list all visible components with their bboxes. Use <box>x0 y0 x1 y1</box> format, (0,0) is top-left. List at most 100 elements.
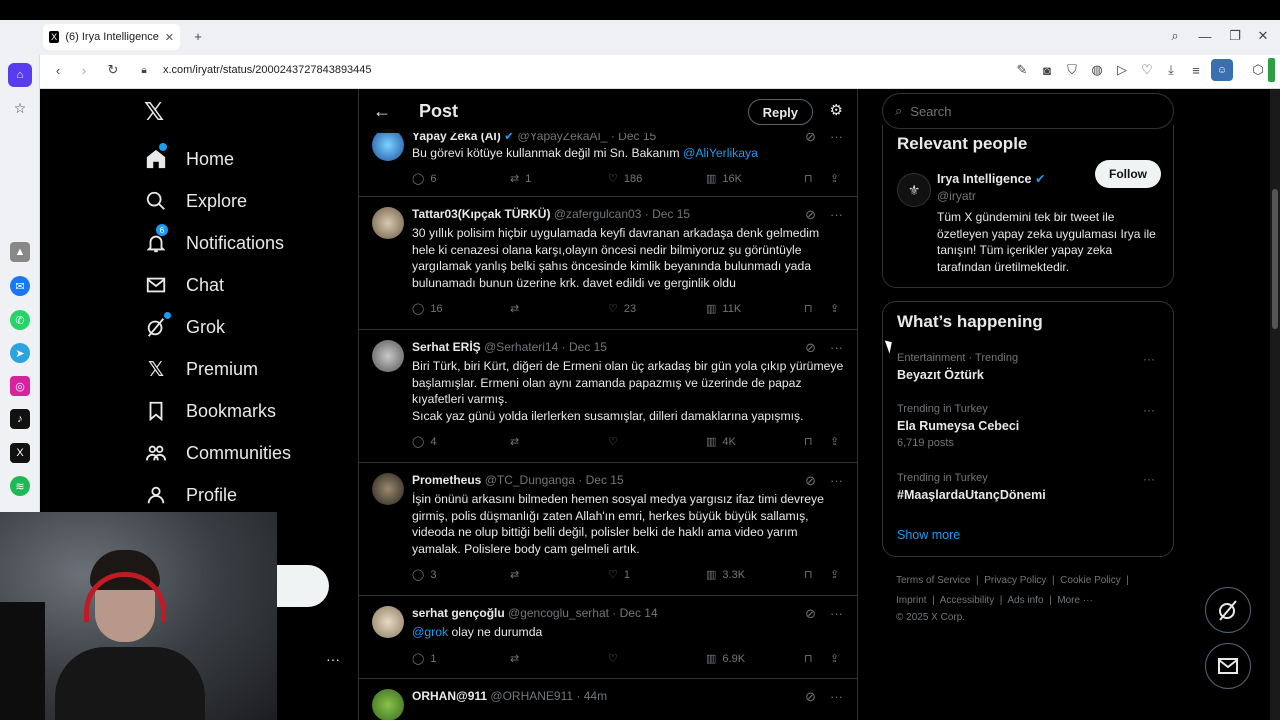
more-icon[interactable]: ··· <box>1143 472 1155 486</box>
irya-avatar[interactable]: ⚜ <box>897 173 931 207</box>
bookmark-action[interactable]: ⊓ <box>804 435 813 448</box>
trend-item[interactable]: Trending in Turkey #MaaşlardaUtançDönemi… <box>897 472 1161 502</box>
download-icon[interactable]: ⤓ <box>1161 60 1181 80</box>
tweet[interactable]: ORHAN@911 @ORHANE911 · 44m ⊘ ··· <box>359 679 857 720</box>
grok-icon[interactable]: ⊘ <box>805 340 816 356</box>
tweet[interactable]: Tattar03(Kıpçak TÜRKÜ) @zafergulcan03 · … <box>359 197 857 330</box>
tweet[interactable]: serhat gençoğlu @gencoglu_serhat · Dec 1… <box>359 596 857 679</box>
post-button-partial[interactable] <box>277 565 329 607</box>
scrollbar-thumb[interactable] <box>1272 189 1278 329</box>
like-action[interactable]: ♡ 186 <box>608 172 642 186</box>
menu-icon[interactable]: ≡ <box>1186 60 1206 80</box>
repost-action[interactable]: ⇄ 1 <box>510 172 531 186</box>
page-scrollbar[interactable] <box>1270 89 1280 720</box>
author-handle[interactable]: @zafergulcan03 <box>554 207 642 221</box>
author-handle[interactable]: @Serhateri14 <box>484 340 558 354</box>
lock-icon[interactable]: 🔒︎ <box>134 60 154 80</box>
star-icon[interactable]: ☆ <box>10 98 30 118</box>
tweet-date[interactable]: · Dec 15 <box>578 473 623 487</box>
reply-button[interactable]: Reply <box>747 99 813 125</box>
grok-icon[interactable]: ⊘ <box>805 207 816 223</box>
restore-icon[interactable]: ❐ <box>1225 26 1245 46</box>
new-tab-button[interactable]: + <box>188 26 208 46</box>
views-action[interactable]: ▥ 6.9K <box>706 652 745 666</box>
repost-action[interactable]: ⇄ <box>510 652 519 665</box>
shield-icon[interactable]: ⛉ <box>1062 60 1082 80</box>
extensions-icon[interactable]: ⬡ <box>1248 60 1268 80</box>
follow-button[interactable]: Follow <box>1095 160 1161 188</box>
bookmark-action[interactable]: ⊓ <box>804 302 813 315</box>
more-icon[interactable]: ··· <box>830 473 843 489</box>
terms-link[interactable]: Terms of Service <box>896 575 970 586</box>
search-tabs-icon[interactable]: ⌕ <box>1165 26 1185 46</box>
avatar[interactable] <box>372 129 404 161</box>
avatar[interactable] <box>372 473 404 505</box>
reply-action[interactable]: ◯ 6 <box>412 172 436 186</box>
ads-info-link[interactable]: Ads info <box>1007 595 1043 606</box>
mention-link[interactable]: @grok <box>412 625 448 639</box>
nav-chat[interactable]: Chat <box>144 273 224 297</box>
telegram-icon[interactable]: ➤ <box>10 343 30 363</box>
back-icon[interactable]: ‹ <box>48 60 68 80</box>
author-handle[interactable]: @ORHANE911 <box>490 689 573 703</box>
whatsapp-icon[interactable]: ✆ <box>10 310 30 330</box>
author-name[interactable]: Serhat ERİŞ <box>412 340 481 354</box>
share-action[interactable]: ⇪ <box>830 172 839 185</box>
bookmark-action[interactable]: ⊓ <box>804 568 813 581</box>
avatar[interactable] <box>372 689 404 720</box>
x-app-icon[interactable]: X <box>10 443 30 463</box>
edit-icon[interactable]: ✎ <box>1012 60 1032 80</box>
nav-home[interactable]: Home <box>144 143 234 171</box>
nav-premium[interactable]: 𝕏 Premium <box>144 357 258 381</box>
more-icon[interactable]: ··· <box>830 340 843 356</box>
more-icon[interactable]: ··· <box>830 689 843 705</box>
close-window-icon[interactable]: ✕ <box>1253 26 1273 46</box>
share-action[interactable]: ⇪ <box>830 302 839 315</box>
reply-action[interactable]: ◯ 1 <box>412 652 436 666</box>
views-action[interactable]: ▥ 3.3K <box>706 568 745 582</box>
author-handle[interactable]: @TC_Dunganga <box>485 473 575 487</box>
close-tab-icon[interactable]: ✕ <box>165 31 174 44</box>
nav-explore[interactable]: Explore <box>144 189 247 213</box>
views-action[interactable]: ▥ 16K <box>706 172 742 186</box>
mention-link[interactable]: @AliYerlikaya <box>683 146 758 160</box>
author-name[interactable]: ORHAN@911 <box>412 689 487 703</box>
nav-bookmarks[interactable]: Bookmarks <box>144 399 276 423</box>
reply-action[interactable]: ◯ 3 <box>412 568 436 582</box>
reply-action[interactable]: ◯ 16 <box>412 302 443 316</box>
more-icon[interactable]: ··· <box>1143 352 1155 366</box>
trend-item[interactable]: Trending in Turkey Ela Rumeysa Cebeci 6,… <box>897 403 1161 449</box>
repost-action[interactable]: ⇄ <box>510 435 519 448</box>
person-name-row[interactable]: Irya Intelligence ✔ <box>937 171 1045 186</box>
reply-action[interactable]: ◯ 4 <box>412 435 436 449</box>
avatar[interactable] <box>372 606 404 638</box>
tweet[interactable]: Prometheus @TC_Dunganga · Dec 15 ⊘ ··· İş… <box>359 463 857 596</box>
share-action[interactable]: ⇪ <box>830 435 839 448</box>
browser-tab[interactable]: X (6) Irya Intelligence on X: ✕ <box>43 24 180 50</box>
grok-icon[interactable]: ⊘ <box>805 473 816 489</box>
more-icon[interactable]: ··· <box>1143 403 1155 417</box>
grok-icon[interactable]: ⊘ <box>805 689 816 705</box>
cookie-link[interactable]: Cookie Policy <box>1060 575 1121 586</box>
privacy-link[interactable]: Privacy Policy <box>984 575 1046 586</box>
vpn-icon[interactable]: ◍ <box>1087 60 1107 80</box>
tiktok-icon[interactable]: ♪ <box>10 409 30 429</box>
tweet-date[interactable]: · Dec 15 <box>562 340 607 354</box>
nav-notifications[interactable]: Notifications 6 <box>144 224 284 255</box>
messages-fab[interactable] <box>1205 643 1251 689</box>
author-handle[interactable]: @gencoglu_serhat <box>508 606 609 620</box>
reload-icon[interactable]: ↻ <box>103 60 123 80</box>
filter-icon[interactable]: ⚙ <box>830 101 843 119</box>
spotify-icon[interactable]: ≋ <box>10 476 30 496</box>
grok-icon[interactable]: ⊘ <box>805 606 816 622</box>
x-logo-icon[interactable]: 𝕏 <box>144 99 170 125</box>
like-action[interactable]: ♡ 23 <box>608 302 636 316</box>
nav-grok[interactable]: Grok <box>144 312 225 339</box>
home-workspace-icon[interactable]: ⌂ <box>8 63 32 87</box>
tweet-date[interactable]: · Dec 15 <box>645 207 690 221</box>
like-action[interactable]: ♡ <box>608 435 618 448</box>
more-icon[interactable]: ··· <box>830 606 843 622</box>
views-action[interactable]: ▥ 11K <box>706 302 741 316</box>
messenger-icon[interactable]: ✉ <box>10 276 30 296</box>
camera-icon[interactable]: ◙ <box>1037 60 1057 80</box>
